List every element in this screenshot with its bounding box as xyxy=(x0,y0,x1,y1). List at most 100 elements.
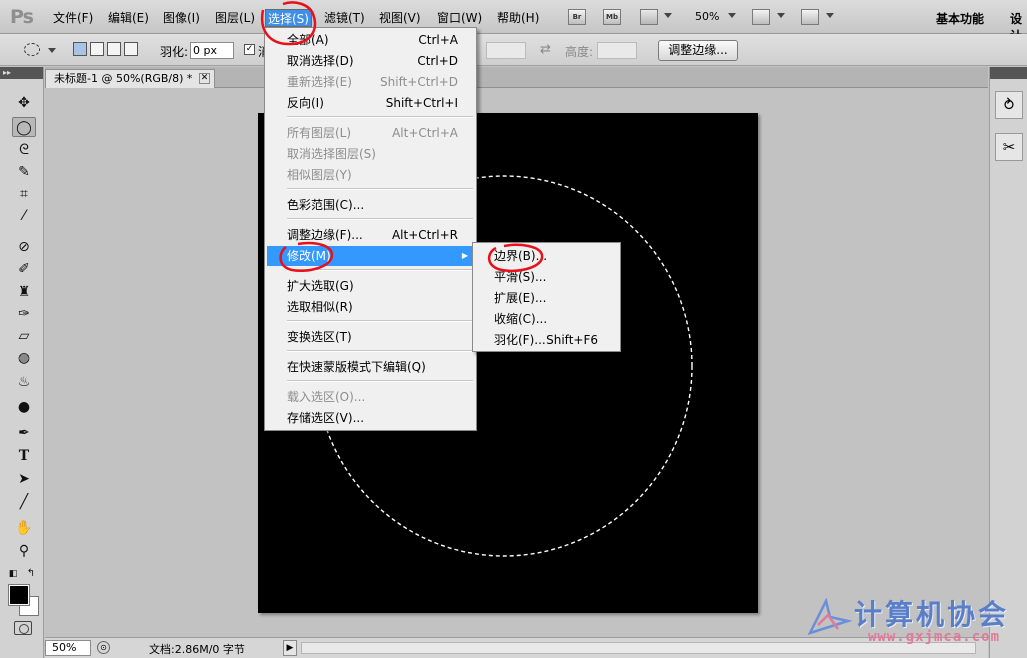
history-brush-icon[interactable]: ✑ xyxy=(12,304,36,324)
default-colors-icon[interactable]: ◧ xyxy=(6,564,20,584)
blur-icon[interactable]: ♨ xyxy=(12,372,36,392)
add-to-selection-icon[interactable] xyxy=(90,42,104,56)
new-selection-icon[interactable] xyxy=(73,42,87,56)
mini-bridge-button[interactable]: Mb xyxy=(603,9,621,25)
antialias-checkbox[interactable]: ✓ xyxy=(244,44,255,55)
document-tab-title: 未标题-1 @ 50%(RGB/8) * xyxy=(54,72,193,85)
hand-icon[interactable]: ✋ xyxy=(12,518,36,538)
menu-view[interactable]: 视图(V) xyxy=(377,9,423,27)
menu-separator xyxy=(287,116,473,118)
height-field xyxy=(597,42,637,59)
menu-window[interactable]: 窗口(W) xyxy=(435,9,484,27)
intersect-selection-icon[interactable] xyxy=(124,42,138,56)
menu-item-deselect-layers: 取消选择图层(S) xyxy=(287,147,376,161)
line-icon[interactable]: ╱ xyxy=(12,492,36,512)
menu-image[interactable]: 图像(I) xyxy=(161,9,202,27)
width-field xyxy=(486,42,526,59)
dock-header[interactable] xyxy=(990,67,1027,79)
chevron-down-icon[interactable] xyxy=(777,13,785,18)
chevron-down-icon[interactable] xyxy=(664,13,672,18)
menu-bar: Ps 文件(F) 编辑(E) 图像(I) 图层(L) 选择(S) 滤镜(T) 视… xyxy=(0,0,1027,43)
document-tab[interactable]: 未标题-1 @ 50%(RGB/8) * ✕ xyxy=(45,69,215,88)
watermark-url: www.gxjmca.com xyxy=(868,629,1001,645)
menu-item-grow[interactable]: 扩大选取(G) xyxy=(267,276,474,296)
chevron-down-icon[interactable] xyxy=(826,13,834,18)
submenu-arrow-icon: ▶ xyxy=(461,251,468,260)
menu-help[interactable]: 帮助(H) xyxy=(495,9,541,27)
menu-item-color-range[interactable]: 色彩范围(C)... xyxy=(267,195,474,215)
feather-input[interactable]: 0 px xyxy=(190,42,234,59)
clone-stamp-icon[interactable]: ♜ xyxy=(12,282,36,302)
feather-label: 羽化: xyxy=(160,45,189,59)
eraser-icon[interactable]: ▱ xyxy=(12,326,36,346)
quick-select-icon[interactable]: ✎ xyxy=(12,162,36,182)
height-label: 高度: xyxy=(565,45,594,59)
subtract-from-selection-icon[interactable] xyxy=(107,42,121,56)
menu-item-inverse[interactable]: 反向(I) Shift+Ctrl+I xyxy=(267,93,474,113)
menu-item-transform-selection[interactable]: 变换选区(T) xyxy=(267,327,474,347)
paint-bucket-icon[interactable]: ◍ xyxy=(12,348,36,368)
submenu-item-expand[interactable]: 扩展(E)... xyxy=(475,288,618,308)
select-menu-dropdown: 全部(A) Ctrl+A 取消选择(D) Ctrl+D 重新选择(E) Shift+C… xyxy=(264,27,477,431)
submenu-item-contract[interactable]: 收缩(C)... xyxy=(475,309,618,329)
tool-presets-icon[interactable]: ✂ xyxy=(995,133,1023,161)
bridge-button[interactable]: Br xyxy=(568,9,586,25)
menu-layer[interactable]: 图层(L) xyxy=(213,9,257,27)
menu-separator xyxy=(287,269,473,271)
brush-icon[interactable]: ✐ xyxy=(12,259,36,279)
quick-mask-icon[interactable] xyxy=(14,621,32,635)
crop-icon[interactable]: ⌗ xyxy=(12,184,36,204)
info-icon[interactable]: ⊙ xyxy=(97,641,110,654)
foreground-color-swatch[interactable] xyxy=(8,584,30,606)
zoom-icon[interactable]: ⚲ xyxy=(12,541,36,561)
eyedropper-icon[interactable]: ⁄ xyxy=(12,206,36,226)
dodge-icon[interactable]: ● xyxy=(12,397,36,417)
menu-edit[interactable]: 编辑(E) xyxy=(106,9,151,27)
healing-brush-icon[interactable]: ⊘ xyxy=(12,237,36,257)
move-icon[interactable]: ✥ xyxy=(12,93,36,113)
menu-item-load-selection: 载入选区(O)... xyxy=(287,390,366,404)
workspace-essentials[interactable]: 基本功能 xyxy=(936,10,984,27)
pen-icon[interactable]: ✒ xyxy=(12,423,36,443)
chevron-down-icon[interactable] xyxy=(48,48,56,53)
menu-item-modify[interactable]: 修改(M) ▶ xyxy=(267,246,474,266)
menu-file[interactable]: 文件(F) xyxy=(51,9,95,27)
lasso-icon[interactable]: ᘓ xyxy=(12,140,36,160)
chevron-down-icon[interactable] xyxy=(728,13,736,18)
status-zoom-field[interactable]: 50% xyxy=(45,640,91,656)
collapse-icon[interactable]: ▸▸ xyxy=(0,67,43,79)
zoom-level-select[interactable]: 50% xyxy=(695,10,719,23)
canvas-area[interactable] xyxy=(45,89,988,637)
ellipse-marquee-icon[interactable] xyxy=(24,43,40,56)
submenu-item-feather[interactable]: 羽化(F)... Shift+F6 xyxy=(475,330,618,350)
menu-filter[interactable]: 滤镜(T) xyxy=(322,9,367,27)
menu-select[interactable]: 选择(S) xyxy=(265,9,312,27)
submenu-item-smooth[interactable]: 平滑(S)... xyxy=(475,267,618,287)
menu-item-quick-mask[interactable]: 在快速蒙版模式下编辑(Q) xyxy=(267,357,474,377)
menu-item-deselect[interactable]: 取消选择(D) Ctrl+D xyxy=(267,51,474,71)
menu-item-select-all[interactable]: 全部(A) Ctrl+A xyxy=(267,30,474,50)
menu-separator xyxy=(287,218,473,220)
status-menu-arrow-icon[interactable]: ▶ xyxy=(283,640,297,656)
ellipse-marquee-icon[interactable]: ◯ xyxy=(12,117,36,137)
close-icon[interactable]: ✕ xyxy=(199,73,210,84)
refine-edge-button[interactable]: 调整边缘... xyxy=(658,40,738,61)
watermark-logo-icon xyxy=(807,597,852,636)
options-bar: 羽化: 0 px ✓ 消 ⇄ 高度: 调整边缘... xyxy=(0,34,1027,66)
submenu-item-border[interactable]: 边界(B)... xyxy=(475,246,618,266)
path-select-icon[interactable]: ➤ xyxy=(12,469,36,489)
menu-item-refine-edge[interactable]: 调整边缘(F)... Alt+Ctrl+R xyxy=(267,225,474,245)
menu-separator xyxy=(287,380,473,382)
menu-item-similar[interactable]: 选取相似(R) xyxy=(267,297,474,317)
watermark: 计算机协会 www.gxjmca.com xyxy=(804,593,1019,653)
menu-separator xyxy=(287,188,473,190)
tools-panel: ▸▸ ✥ ◯ ᘓ ✎ ⌗ ⁄ ⊘ ✐ ♜ ✑ ▱ ◍ ♨ ● ✒ T ➤ ╱ ✋… xyxy=(0,67,44,658)
type-icon[interactable]: T xyxy=(12,446,36,466)
menu-item-save-selection[interactable]: 存储选区(V)... xyxy=(267,408,474,428)
swap-colors-icon[interactable]: ↰ xyxy=(24,564,38,584)
arrange-documents-icon[interactable] xyxy=(752,9,770,25)
extras-icon[interactable] xyxy=(640,9,658,25)
menu-item-similar-layers: 相似图层(Y) xyxy=(287,168,352,182)
screen-mode-icon[interactable] xyxy=(801,9,819,25)
history-panel-icon[interactable]: ⥁ xyxy=(995,91,1023,119)
